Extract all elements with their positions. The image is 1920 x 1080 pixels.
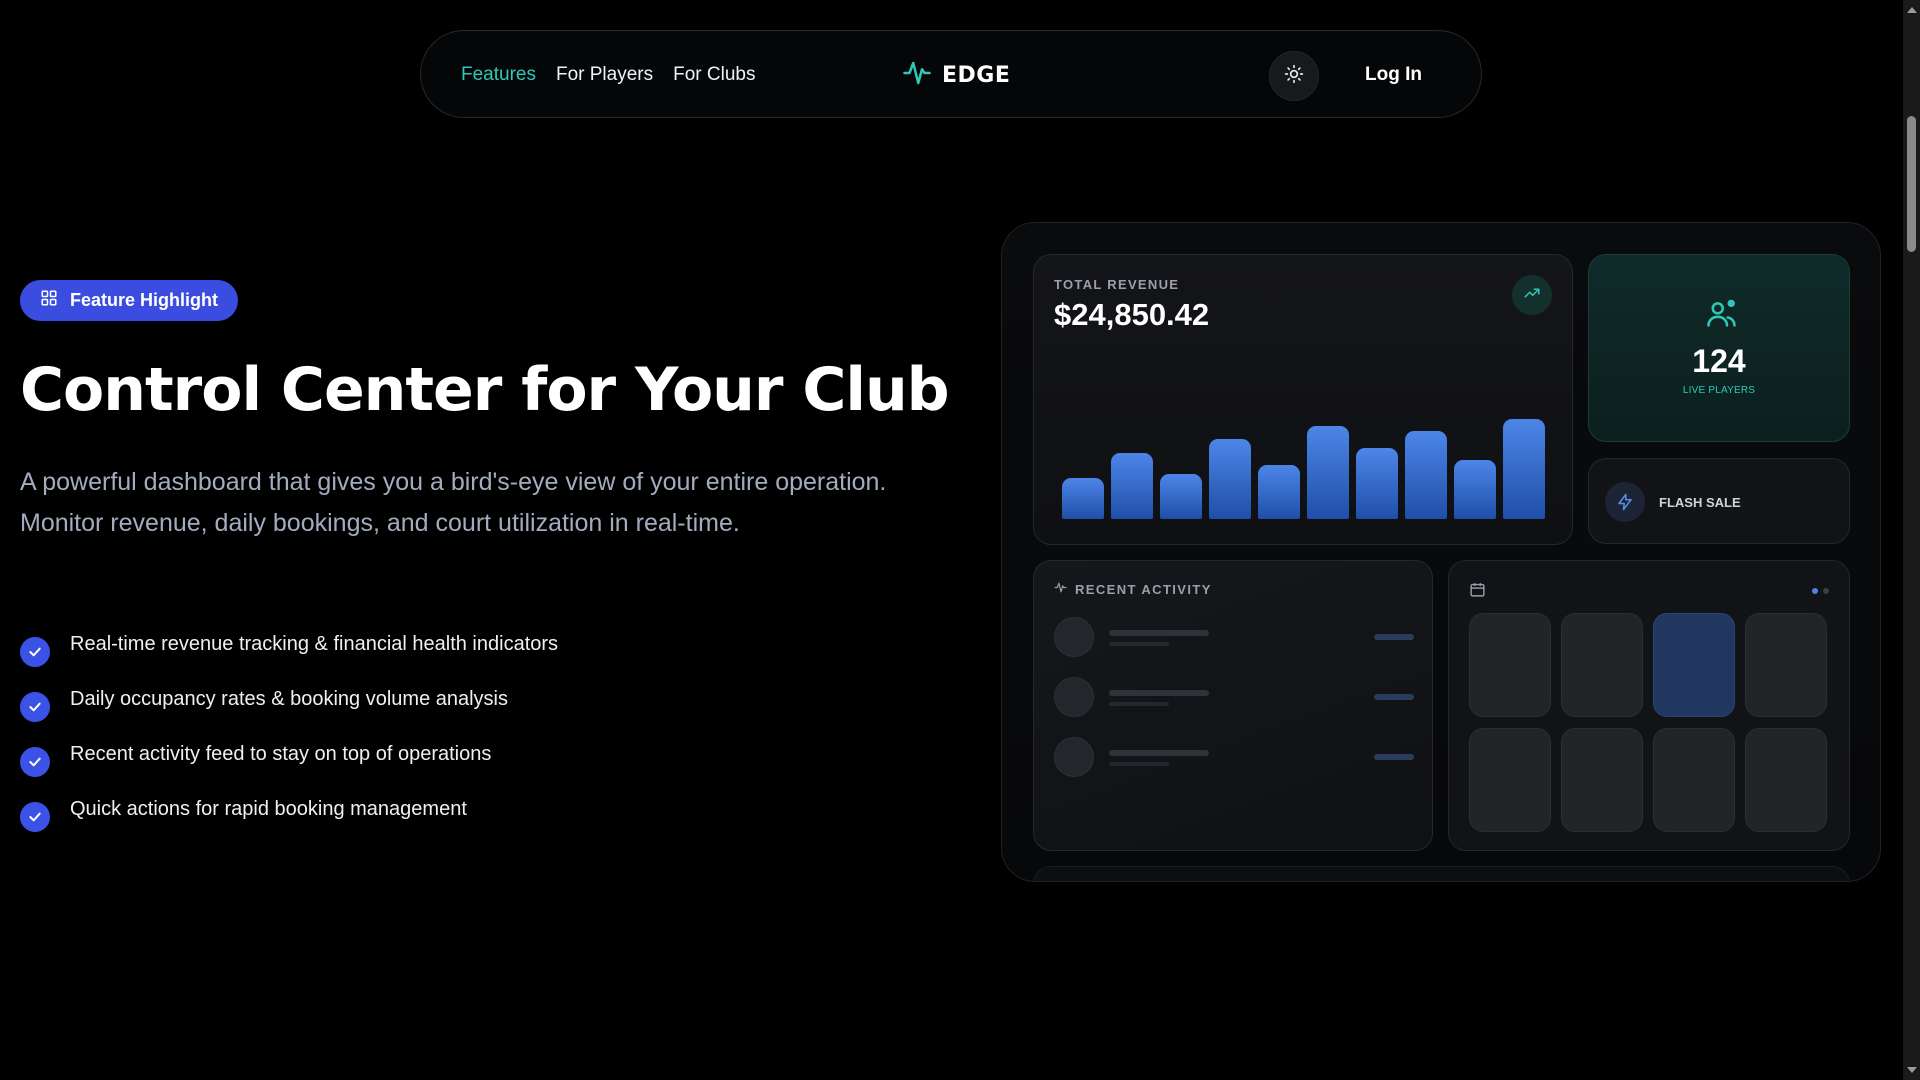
placeholder-amount [1374, 754, 1414, 760]
feature-item: Real-time revenue tracking & financial h… [20, 620, 558, 675]
scroll-down-arrow-icon[interactable] [1907, 1067, 1917, 1073]
theme-toggle-button[interactable] [1269, 51, 1319, 101]
revenue-bar [1503, 419, 1545, 519]
revenue-bar [1160, 474, 1202, 519]
nav-link-features[interactable]: Features [461, 64, 536, 86]
placeholder-line [1109, 642, 1169, 646]
revenue-bar [1209, 439, 1251, 519]
lightning-icon [1605, 482, 1645, 522]
users-icon [1705, 297, 1739, 336]
activity-row[interactable] [1054, 737, 1414, 777]
pagination-dot[interactable] [1823, 588, 1829, 594]
placeholder-line [1109, 702, 1169, 706]
check-icon [20, 746, 50, 777]
recent-activity-card: RECENT ACTIVITY [1033, 560, 1433, 851]
feature-list: Real-time revenue tracking & financial h… [20, 620, 558, 840]
live-players-label: LIVE PLAYERS [1682, 385, 1756, 396]
feature-text: Real-time revenue tracking & financial h… [70, 633, 559, 655]
booking-calendar-card [1448, 560, 1850, 851]
revenue-bar [1062, 478, 1104, 519]
court-slot[interactable] [1745, 728, 1827, 832]
hero-title: Control Center for Your Club [20, 355, 950, 425]
court-slot[interactable] [1653, 728, 1735, 832]
live-players-count: 124 [1692, 343, 1746, 379]
placeholder-line [1109, 630, 1209, 636]
nav-links: Features For Players For Clubs [461, 31, 755, 119]
check-icon [20, 636, 50, 667]
nav-link-for-players[interactable]: For Players [556, 64, 653, 86]
trending-up-icon [1523, 284, 1541, 307]
placeholder-line [1109, 762, 1169, 766]
login-button[interactable]: Log In [1365, 31, 1422, 119]
feature-text: Daily occupancy rates & booking volume a… [70, 688, 508, 710]
bottom-panel [1033, 866, 1850, 881]
revenue-card: TOTAL REVENUE $24,850.42 [1033, 254, 1573, 545]
grid-icon [40, 289, 58, 312]
brand-logo[interactable]: EDGE [902, 31, 1010, 119]
page-scrollbar[interactable] [1903, 0, 1920, 1080]
court-slot[interactable] [1561, 728, 1643, 832]
revenue-value: $24,850.42 [1054, 297, 1210, 332]
check-icon [20, 691, 50, 722]
top-navigation: Features For Players For Clubs EDGE Log … [420, 30, 1482, 118]
feature-highlight-badge: Feature Highlight [20, 280, 238, 321]
activity-icon [1054, 581, 1067, 597]
calendar-icon [1469, 581, 1486, 603]
placeholder-amount [1374, 694, 1414, 700]
trending-up-button[interactable] [1512, 275, 1552, 315]
recent-activity-header: RECENT ACTIVITY [1054, 581, 1212, 597]
hero-description: A powerful dashboard that gives you a bi… [20, 468, 887, 537]
revenue-bar [1111, 453, 1153, 519]
revenue-bar [1454, 460, 1496, 519]
feature-text: Recent activity feed to stay on top of o… [70, 743, 492, 765]
revenue-bar-chart [1058, 415, 1548, 519]
revenue-bar [1258, 465, 1300, 519]
badge-label: Feature Highlight [70, 290, 218, 310]
dashboard-preview: TOTAL REVENUE $24,850.42 124 LIVE PLAYER… [1001, 222, 1881, 882]
revenue-bar [1405, 431, 1447, 519]
court-slot-selected[interactable] [1653, 613, 1735, 717]
placeholder-line [1109, 750, 1209, 756]
sun-icon [1284, 64, 1304, 89]
placeholder-line [1109, 690, 1209, 696]
avatar [1054, 737, 1094, 777]
pagination-dots[interactable] [1812, 588, 1829, 594]
activity-row[interactable] [1054, 617, 1414, 657]
avatar [1054, 677, 1094, 717]
live-players-card: 124 LIVE PLAYERS [1588, 254, 1850, 442]
revenue-bar [1307, 426, 1349, 519]
court-slot[interactable] [1469, 613, 1551, 717]
activity-row[interactable] [1054, 677, 1414, 717]
check-icon [20, 801, 50, 832]
pulse-icon [902, 58, 932, 93]
flash-sale-button[interactable]: FLASH SALE [1588, 458, 1850, 544]
placeholder-amount [1374, 634, 1414, 640]
avatar [1054, 617, 1094, 657]
scrollbar-thumb[interactable] [1907, 116, 1916, 252]
court-slot[interactable] [1745, 613, 1827, 717]
flash-sale-label: FLASH SALE [1659, 494, 1741, 510]
revenue-label: TOTAL REVENUE [1054, 277, 1180, 292]
court-slot[interactable] [1561, 613, 1643, 717]
feature-text: Quick actions for rapid booking manageme… [70, 798, 467, 820]
pagination-dot-active[interactable] [1812, 588, 1818, 594]
recent-activity-label: RECENT ACTIVITY [1075, 581, 1212, 597]
revenue-bar [1356, 448, 1398, 519]
scroll-up-arrow-icon[interactable] [1907, 7, 1917, 13]
feature-item: Quick actions for rapid booking manageme… [20, 785, 558, 840]
nav-link-for-clubs[interactable]: For Clubs [673, 64, 755, 86]
feature-item: Daily occupancy rates & booking volume a… [20, 675, 558, 730]
brand-name: EDGE [942, 62, 1011, 88]
court-slot[interactable] [1469, 728, 1551, 832]
feature-item: Recent activity feed to stay on top of o… [20, 730, 558, 785]
